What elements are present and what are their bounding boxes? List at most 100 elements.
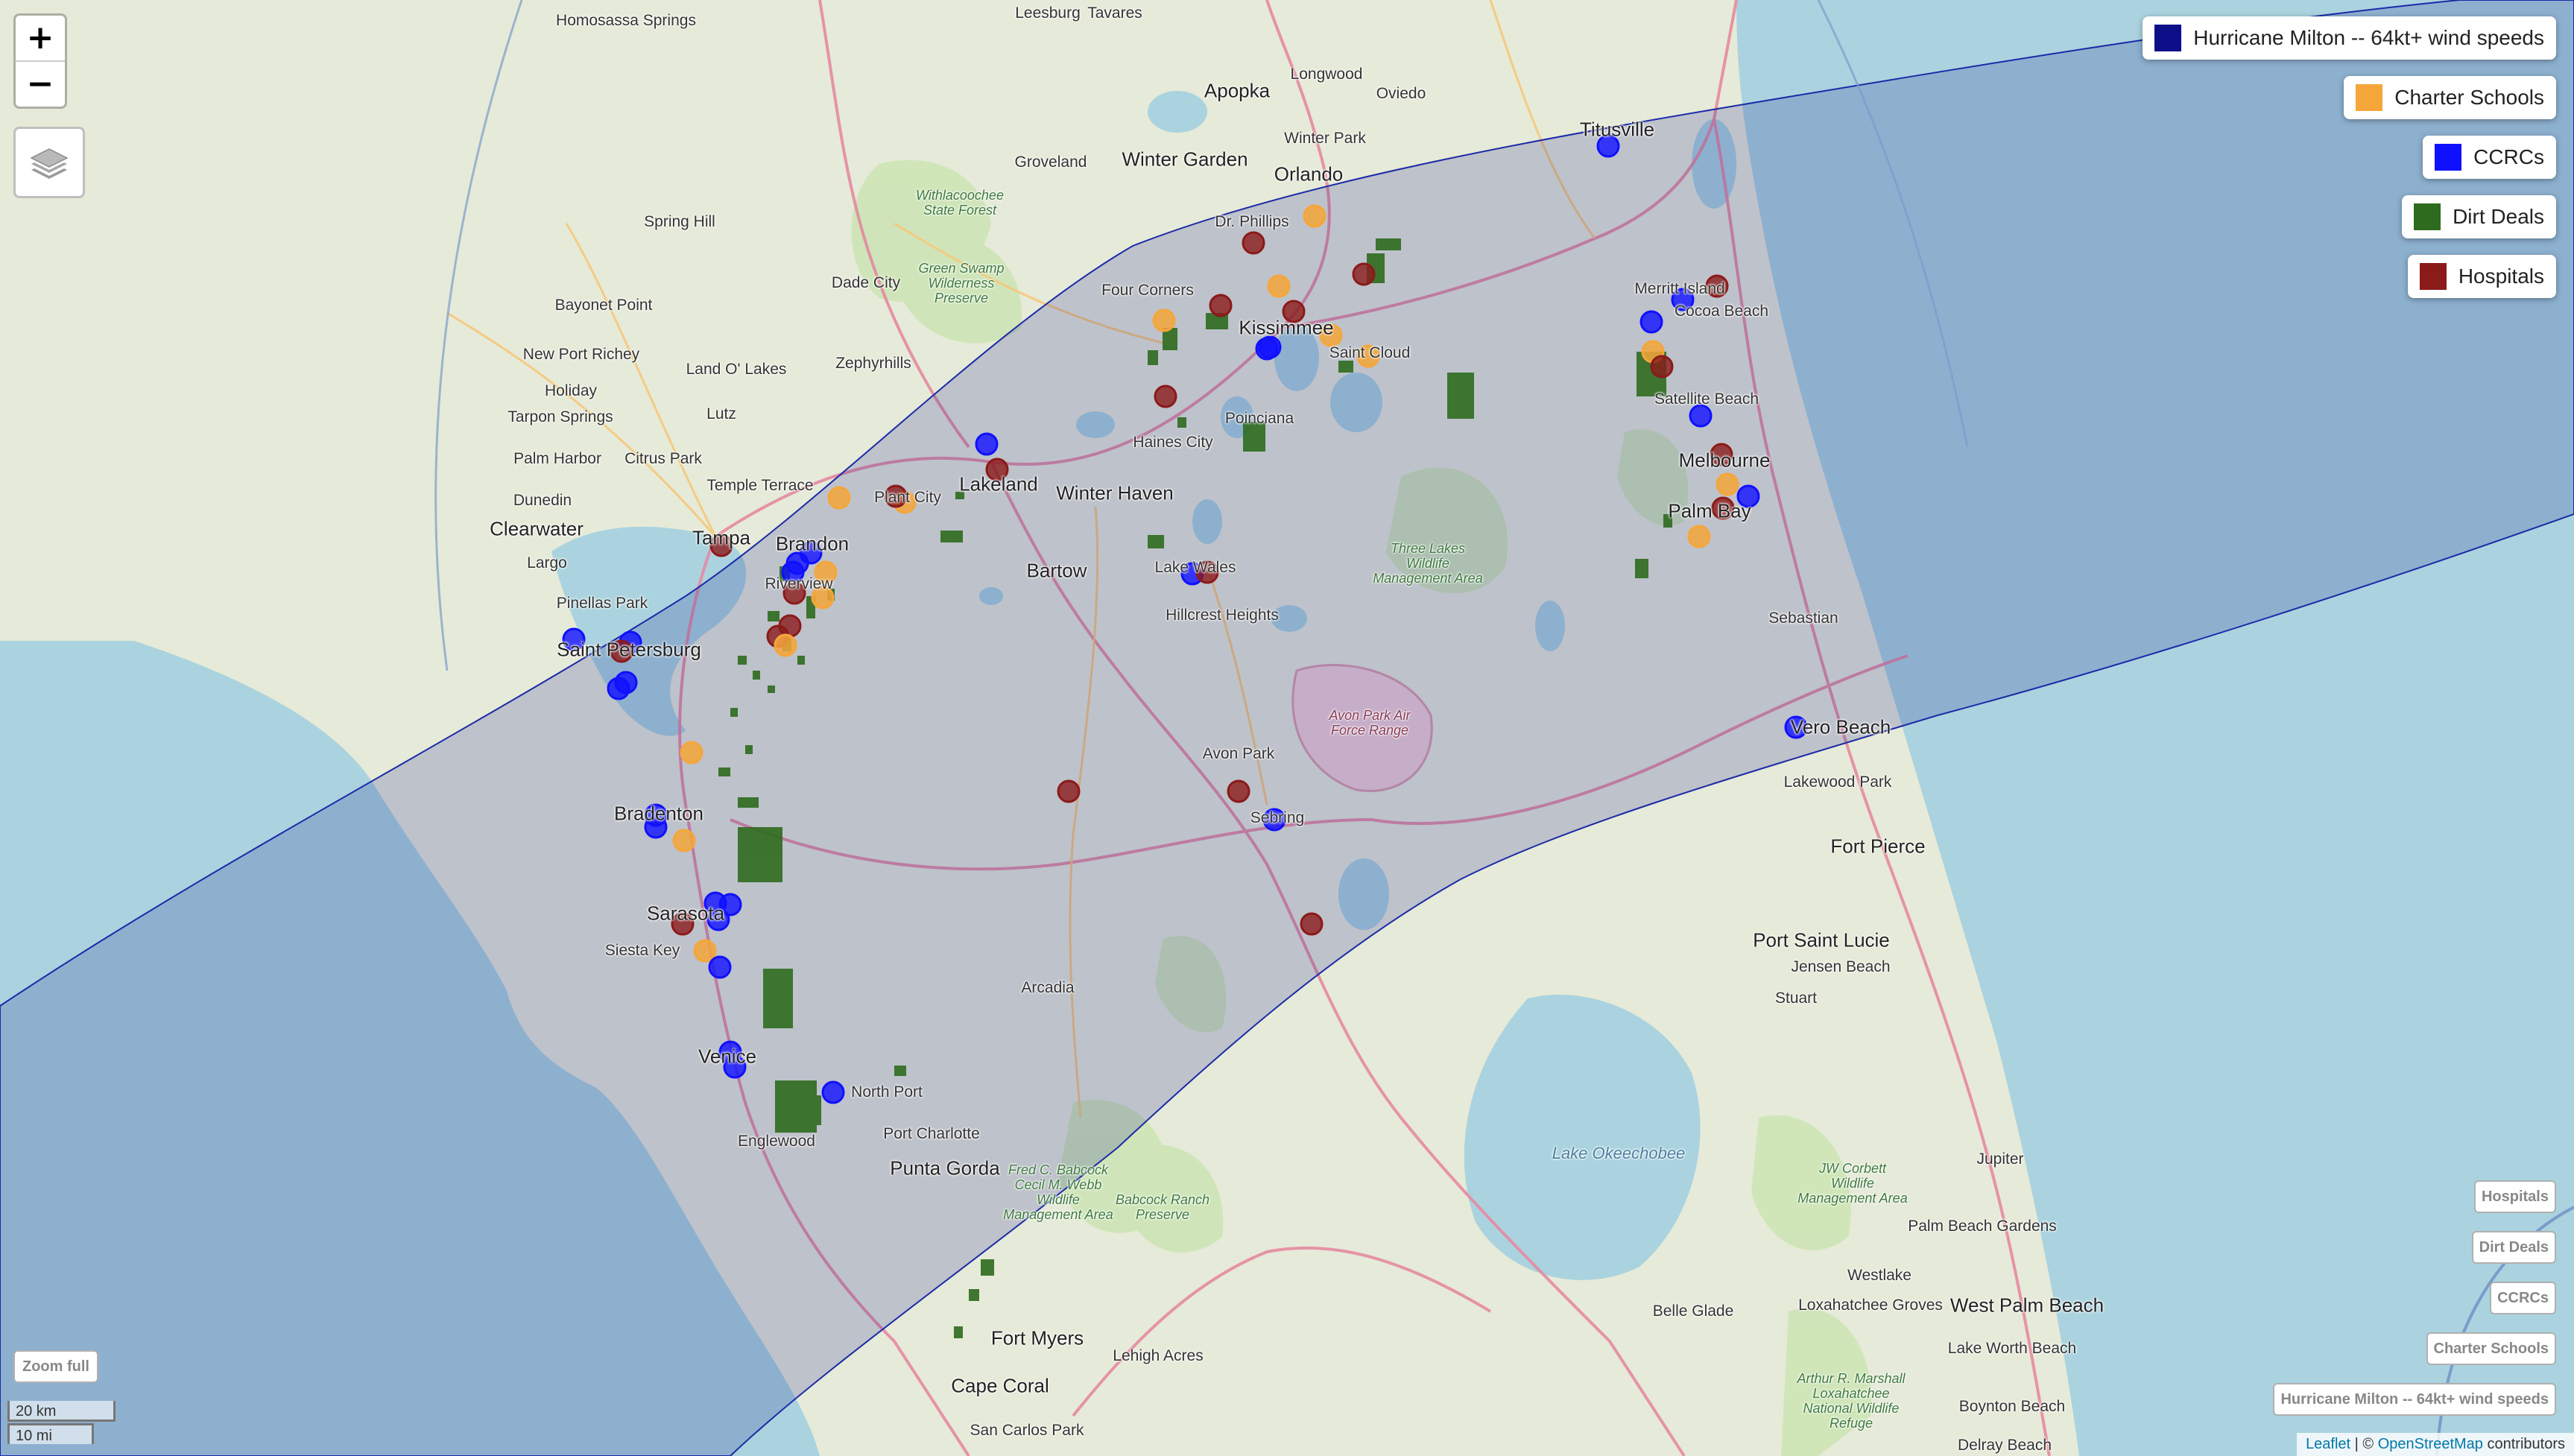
place-label: Babcock Ranch Preserve — [1115, 1192, 1210, 1222]
dirt-deal-polygon[interactable] — [1177, 417, 1186, 428]
dirt-deal-polygon[interactable] — [954, 1326, 963, 1338]
place-label: Fred C. Babcock Cecil M. Webb Wildlife M… — [1003, 1162, 1113, 1222]
charter-school-marker[interactable] — [1716, 472, 1739, 496]
place-label: Fort Myers — [990, 1326, 1084, 1349]
legend-swatch — [2414, 203, 2441, 230]
place-label: Withlacoochee State Forest — [916, 188, 1004, 218]
place-label: San Carlos Park — [970, 1422, 1084, 1439]
place-label: Lutz — [706, 405, 736, 422]
dirt-deal-polygon[interactable] — [1338, 361, 1353, 373]
place-label: Sebastian — [1768, 610, 1838, 627]
dirt-deal-polygon[interactable] — [738, 797, 759, 808]
ccrc-marker[interactable] — [708, 955, 732, 979]
charter-school-marker[interactable] — [693, 939, 717, 963]
place-label: Belle Glade — [1652, 1303, 1734, 1320]
place-label: Punta Gorda — [890, 1156, 1000, 1180]
place-label: Saint Cloud — [1329, 344, 1411, 361]
leaflet-link[interactable]: Leaflet — [2306, 1436, 2350, 1452]
layer-toggle-button[interactable]: CCRCs — [2490, 1282, 2556, 1314]
ccrc-marker[interactable] — [975, 432, 999, 456]
dirt-deal-polygon[interactable] — [799, 1095, 821, 1125]
charter-school-marker[interactable] — [1687, 525, 1711, 548]
charter-school-marker[interactable] — [1152, 308, 1176, 332]
dirt-deal-polygon[interactable] — [981, 1259, 994, 1276]
hospital-marker[interactable] — [1057, 779, 1081, 803]
legend-item[interactable]: Charter Schools — [2344, 76, 2556, 119]
charter-school-marker[interactable] — [774, 633, 797, 657]
place-label: Venice — [698, 1045, 757, 1068]
layer-toggle-button[interactable]: Charter Schools — [2426, 1332, 2556, 1365]
dirt-deal-polygon[interactable] — [738, 656, 747, 665]
zoom-out-button[interactable]: − — [16, 60, 65, 107]
hospital-marker[interactable] — [1650, 355, 1674, 379]
dirt-deal-polygon[interactable] — [738, 827, 782, 882]
hospital-marker[interactable] — [1227, 779, 1250, 803]
dirt-deal-polygon[interactable] — [768, 611, 780, 621]
place-label: JW Corbett Wildlife Management Area — [1797, 1161, 1908, 1206]
ccrc-marker[interactable] — [1639, 310, 1663, 334]
ccrc-marker[interactable] — [607, 677, 630, 700]
charter-school-marker[interactable] — [827, 486, 851, 510]
map-canvas[interactable]: Homosassa Springs Leesburg Tavares Apopka Lo… — [0, 0, 2574, 1456]
hospital-marker[interactable] — [1209, 294, 1233, 317]
dirt-deal-polygon[interactable] — [1376, 238, 1401, 250]
dirt-deal-polygon[interactable] — [940, 531, 963, 542]
hospital-marker[interactable] — [1242, 231, 1265, 255]
charter-school-marker[interactable] — [680, 741, 703, 765]
legend-label: Hurricane Milton -- 64kt+ wind speeds — [2193, 26, 2544, 49]
place-label: Winter Haven — [1056, 481, 1174, 504]
dirt-deal-polygon[interactable] — [718, 767, 730, 776]
charter-school-marker[interactable] — [1303, 204, 1326, 228]
zoom-in-button[interactable]: + — [16, 16, 65, 60]
dirt-deal-polygon[interactable] — [969, 1289, 979, 1301]
hospital-marker[interactable] — [1300, 912, 1324, 936]
place-label: Cape Coral — [951, 1374, 1049, 1397]
dirt-deal-polygon[interactable] — [753, 671, 760, 680]
scale-bar-km: 20 km — [7, 1401, 116, 1422]
dirt-deal-polygon[interactable] — [763, 969, 793, 1028]
place-label: Three Lakes Wildlife Management Area — [1373, 541, 1483, 586]
legend-item[interactable]: Hurricane Milton -- 64kt+ wind speeds — [2143, 16, 2556, 60]
zoom-full-button[interactable]: Zoom full — [13, 1350, 98, 1383]
hospital-marker[interactable] — [1352, 262, 1376, 286]
place-label: Loxahatchee Groves — [1798, 1297, 1943, 1314]
legend-label: Charter Schools — [2394, 86, 2544, 109]
legend-item[interactable]: Hospitals — [2407, 255, 2556, 298]
layer-toggle-button[interactable]: Hospitals — [2473, 1180, 2556, 1213]
charter-school-marker[interactable] — [1267, 274, 1291, 298]
place-label: Lakeland — [959, 472, 1038, 496]
legend-item[interactable]: Dirt Deals — [2402, 195, 2556, 238]
dirt-deal-polygon[interactable] — [730, 708, 738, 717]
dirt-deal-polygon[interactable] — [745, 745, 753, 754]
dirt-deal-polygon[interactable] — [1635, 559, 1648, 578]
ccrc-marker[interactable] — [821, 1080, 845, 1104]
place-label: Longwood — [1290, 66, 1363, 83]
dirt-deal-polygon[interactable] — [1447, 373, 1474, 419]
dirt-deal-polygon[interactable] — [797, 656, 805, 665]
layers-icon — [30, 148, 69, 179]
dirt-deal-polygon[interactable] — [1148, 350, 1158, 365]
place-label: Cocoa Beach — [1674, 303, 1769, 320]
osm-link[interactable]: OpenStreetMap — [2378, 1436, 2483, 1452]
charter-school-marker[interactable] — [672, 829, 696, 852]
dirt-deal-polygon[interactable] — [1148, 535, 1164, 548]
layer-toggle-button[interactable]: Hurricane Milton -- 64kt+ wind speeds — [2273, 1383, 2556, 1416]
legend-item[interactable]: CCRCs — [2423, 136, 2556, 179]
ccrc-marker[interactable] — [1255, 337, 1279, 361]
place-label: Temple Terrace — [706, 477, 814, 494]
place-label: Plant City — [874, 489, 941, 506]
legend-swatch — [2419, 263, 2447, 290]
place-label: Zephyrhills — [835, 355, 911, 372]
place-label: Homosassa Springs — [556, 12, 696, 29]
dirt-deal-polygon[interactable] — [768, 686, 775, 693]
dirt-deal-polygon[interactable] — [894, 1066, 906, 1076]
layers-button[interactable] — [13, 127, 85, 198]
place-label: Bartow — [1026, 559, 1087, 582]
hospital-marker[interactable] — [1154, 384, 1177, 408]
place-label: Green Swamp Wilderness Preserve — [918, 261, 1005, 306]
ccrc-marker[interactable] — [1689, 404, 1713, 428]
layer-toggle-button[interactable]: Dirt Deals — [2471, 1231, 2556, 1264]
place-label: Tarpon Springs — [507, 408, 613, 425]
place-label: Tampa — [692, 526, 751, 549]
place-label: Fort Pierce — [1830, 835, 1926, 858]
